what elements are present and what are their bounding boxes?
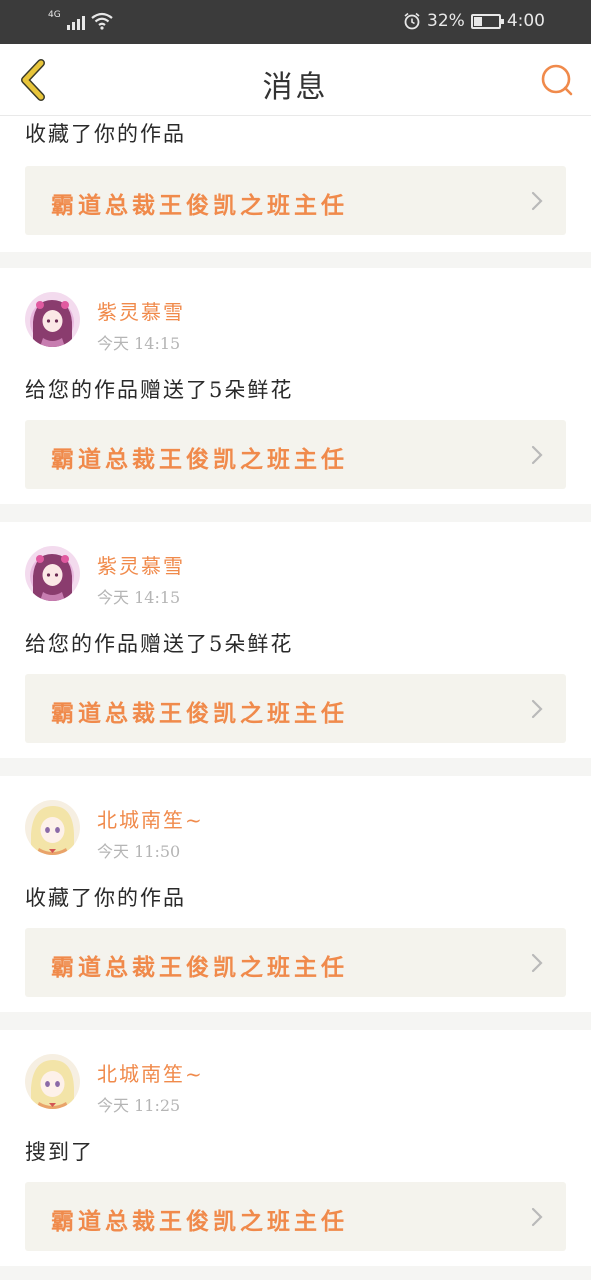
username[interactable]: 北城南笙~ [97, 804, 204, 833]
message-text: 收藏了你的作品 [25, 122, 186, 146]
timestamp: 今天 11:50 [97, 842, 181, 861]
work-title: 霸道总裁王俊凯之班主任 [51, 700, 348, 727]
chevron-right-icon [531, 953, 543, 973]
work-link[interactable]: 霸道总裁王俊凯之班主任 [25, 928, 566, 997]
work-link[interactable]: 霸道总裁王俊凯之班主任 [25, 166, 566, 235]
signal-icon [66, 14, 85, 30]
username[interactable]: 北城南笙~ [97, 1058, 204, 1087]
timestamp: 今天 11:25 [97, 1096, 181, 1115]
alarm-icon [404, 12, 420, 30]
clock: 4:00 [506, 11, 545, 31]
avatar[interactable] [25, 800, 80, 855]
battery-level [473, 16, 482, 26]
message-text: 收藏了你的作品 [25, 886, 186, 910]
work-link[interactable]: 霸道总裁王俊凯之班主任 [25, 1182, 566, 1251]
message-card: 收藏了你的作品 霸道总裁王俊凯之班主任 [0, 116, 591, 252]
timestamp: 今天 14:15 [97, 588, 181, 607]
work-link[interactable]: 霸道总裁王俊凯之班主任 [25, 674, 566, 743]
network-type: 4G [48, 10, 61, 20]
username[interactable]: 紫灵慕雪 [97, 550, 185, 579]
message-text: 搜到了 [25, 1140, 94, 1164]
message-card: 紫灵慕雪 今天 14:15 给您的作品赠送了5朵鲜花 霸道总裁王俊凯之班主任 [0, 522, 591, 758]
wifi-icon [91, 12, 113, 30]
page-title: 消息 [262, 70, 329, 105]
message-card: 北城南笙~ 今天 11:50 收藏了你的作品 霸道总裁王俊凯之班主任 [0, 776, 591, 1012]
chevron-right-icon [531, 1207, 543, 1227]
avatar[interactable] [25, 1054, 80, 1109]
message-card: 紫灵慕雪 今天 14:15 给您的作品赠送了5朵鲜花 霸道总裁王俊凯之班主任 [0, 268, 591, 504]
work-title: 霸道总裁王俊凯之班主任 [51, 446, 348, 473]
message-text: 给您的作品赠送了5朵鲜花 [25, 378, 294, 402]
app-header: 消息 [0, 44, 591, 116]
message-card: 北城南笙~ 今天 11:25 搜到了 霸道总裁王俊凯之班主任 [0, 1030, 591, 1266]
status-bar-right: 32% 4:00 [403, 11, 545, 31]
work-title: 霸道总裁王俊凯之班主任 [51, 192, 348, 219]
status-bar-left: 4G [48, 11, 113, 30]
status-bar: 4G 32% 4:00 [0, 0, 591, 44]
search-icon [541, 64, 573, 96]
username[interactable]: 紫灵慕雪 [97, 296, 185, 325]
timestamp: 今天 14:15 [97, 334, 181, 353]
work-link[interactable]: 霸道总裁王俊凯之班主任 [25, 420, 566, 489]
message-list[interactable]: 收藏了你的作品 霸道总裁王俊凯之班主任 紫灵慕雪 今天 14:15 给您的作品赠… [0, 116, 591, 1280]
battery-icon [470, 13, 504, 29]
work-title: 霸道总裁王俊凯之班主任 [51, 954, 348, 981]
chevron-right-icon [531, 191, 543, 211]
search-button[interactable] [537, 60, 577, 100]
avatar[interactable] [25, 292, 80, 347]
message-text: 给您的作品赠送了5朵鲜花 [25, 632, 294, 656]
work-title: 霸道总裁王俊凯之班主任 [51, 1208, 348, 1235]
chevron-right-icon [531, 699, 543, 719]
avatar[interactable] [25, 546, 80, 601]
battery-percent: 32% [427, 11, 465, 31]
chevron-right-icon [531, 445, 543, 465]
